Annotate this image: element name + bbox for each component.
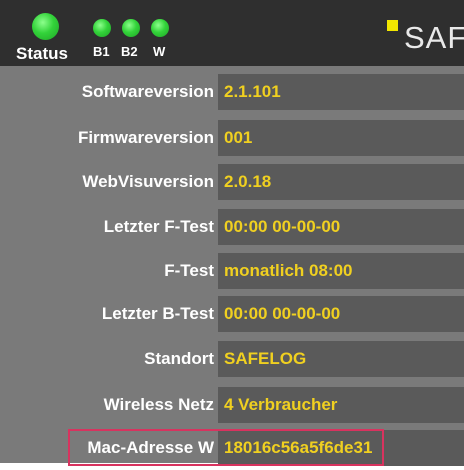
info-label: Letzter B-Test — [101, 304, 214, 323]
info-value-field: SAFELOG — [218, 341, 464, 377]
info-label: Softwareversion — [81, 82, 214, 101]
info-value: 2.0.18 — [224, 172, 272, 191]
info-row-webvisuversion: WebVisuversion 2.0.18 — [0, 160, 464, 204]
status-label: Status — [16, 44, 68, 63]
info-value-field: 2.0.18 — [218, 164, 464, 200]
b1-label: B1 — [93, 44, 110, 59]
info-label: Firmwareversion — [77, 128, 214, 147]
info-value: 00:00 00-00-00 — [224, 217, 341, 236]
info-value-field: 00:00 00-00-00 — [218, 209, 464, 245]
info-value: 2.1.101 — [224, 82, 281, 101]
info-value-field: 001 — [218, 120, 464, 156]
info-row-firmwareversion: Firmwareversion 001 — [0, 116, 464, 160]
info-row-softwareversion: Softwareversion 2.1.101 — [0, 70, 464, 114]
brand-logo-text: SAF — [404, 20, 464, 55]
info-value-field: 00:00 00-00-00 — [218, 296, 464, 332]
status-header: Status B1 B2 W SAF — [0, 0, 464, 66]
device-info-panel: Status B1 B2 W SAF Softwareversion 2.1.1… — [0, 0, 464, 466]
b2-label: B2 — [121, 44, 138, 59]
status-led-icon — [32, 13, 59, 40]
info-row-wireless-netz: Wireless Netz 4 Verbraucher — [0, 383, 464, 427]
mac-address-highlight-frame — [68, 429, 384, 466]
w-led-icon — [151, 19, 169, 37]
info-label: WebVisuversion — [82, 172, 214, 191]
info-value-field: monatlich 08:00 — [218, 253, 464, 289]
info-value-field: 2.1.101 — [218, 74, 464, 110]
info-row-letzter-b-test: Letzter B-Test 00:00 00-00-00 — [0, 292, 464, 336]
info-label: F-Test — [164, 261, 214, 280]
info-label: Letzter F-Test — [103, 217, 214, 236]
b2-led-icon — [122, 19, 140, 37]
info-value-field: 4 Verbraucher — [218, 387, 464, 423]
info-row-letzter-f-test: Letzter F-Test 00:00 00-00-00 — [0, 205, 464, 249]
w-label: W — [153, 44, 166, 59]
info-label: Wireless Netz — [103, 395, 214, 414]
info-value: 4 Verbraucher — [224, 395, 338, 414]
info-value: 001 — [224, 128, 253, 147]
info-label: Standort — [144, 349, 214, 368]
info-row-standort: Standort SAFELOG — [0, 337, 464, 381]
info-row-f-test: F-Test monatlich 08:00 — [0, 249, 464, 293]
info-value: monatlich 08:00 — [224, 261, 353, 280]
brand-logo-mark-icon — [387, 20, 398, 31]
info-value: SAFELOG — [224, 349, 307, 368]
b1-led-icon — [93, 19, 111, 37]
info-value: 00:00 00-00-00 — [224, 304, 341, 323]
